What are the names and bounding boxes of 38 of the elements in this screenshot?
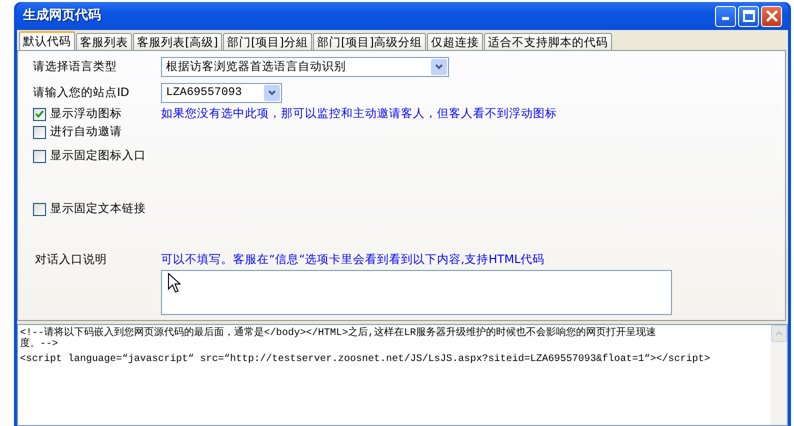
tab[interactable]: 默认代码 xyxy=(19,31,75,50)
chevron-down-icon xyxy=(435,64,443,70)
code-line: <!--请将以下码嵌入到您网页源代码的最后面，通常是</body></HTML>之后,这样在LR服务器升级维护的时候也不会影响您的网页打开呈现速 xyxy=(20,328,656,339)
maximize-button[interactable] xyxy=(738,6,759,26)
code-line: <script language=“javascript“ src=“http://testserver.zoosnet.net/JS/LsJS.aspx?siteid=LZA69557093&float=1“></script> xyxy=(20,354,710,365)
code-line: 度。--> xyxy=(20,339,58,350)
description-textarea[interactable] xyxy=(161,270,672,315)
code-textarea[interactable]: <!--请将以下码嵌入到您网页源代码的最后面，通常是</body></HTML>之后,这样在LR服务器升级维护的时候也不会影响您的网页打开呈现速 度。--> <script language=“javascript“ src=“http://testserver.zoosnet.net/JS/LsJS.aspx?siteid=LZA69557093&float=1“></script> xyxy=(17,324,788,426)
window-title: 生成网页代码 xyxy=(23,7,101,26)
field-label: 对话入口说明 xyxy=(34,251,108,268)
minimize-button[interactable] xyxy=(715,6,736,26)
close-icon xyxy=(766,10,778,22)
checkbox-label[interactable]: 进行自动邀请 xyxy=(50,123,122,141)
checkbox-label[interactable]: 显示固定图标入口 xyxy=(50,147,146,165)
tab[interactable]: 仅超连接 xyxy=(426,33,483,50)
hint-text: 如果您没有选中此项，那可以监控和主动邀请客人，但客人看不到浮动图标 xyxy=(161,105,557,122)
mouse-cursor-icon xyxy=(168,273,181,293)
tab[interactable]: 客服列表 xyxy=(76,33,132,50)
scrollbar[interactable] xyxy=(771,325,787,425)
site-id-dropdown[interactable]: LZA69557093 xyxy=(161,83,282,103)
tab[interactable]: 客服列表[高级] xyxy=(133,33,222,50)
checkbox[interactable] xyxy=(33,108,46,120)
maximize-icon xyxy=(742,10,754,22)
checkbox-label[interactable]: 显示固定文本链接 xyxy=(50,200,146,218)
field-label: 请选择语言类型 xyxy=(33,58,118,76)
tab[interactable]: 部门[项目]分組 xyxy=(222,33,312,50)
field-label: 请输入您的站点ID xyxy=(33,84,130,102)
chevron-down-icon xyxy=(268,90,276,96)
checkbox[interactable] xyxy=(33,126,46,138)
language-dropdown[interactable]: 根据访客浏览器首选语言自动识别 xyxy=(161,57,449,77)
tab[interactable]: 部门[项目]高级分组 xyxy=(312,33,426,50)
tab[interactable]: 适合不支持脚本的代码 xyxy=(484,33,612,50)
close-button[interactable] xyxy=(761,6,782,26)
hint-text: 可以不填写。客服在“信息“选项卡里会看到看到以下内容,支持HTML代码 xyxy=(161,251,545,268)
checkbox[interactable] xyxy=(33,202,46,216)
chevron-up-icon xyxy=(775,331,783,336)
checkbox[interactable] xyxy=(33,150,46,162)
checkbox-label[interactable]: 显示浮动图标 xyxy=(50,105,122,123)
